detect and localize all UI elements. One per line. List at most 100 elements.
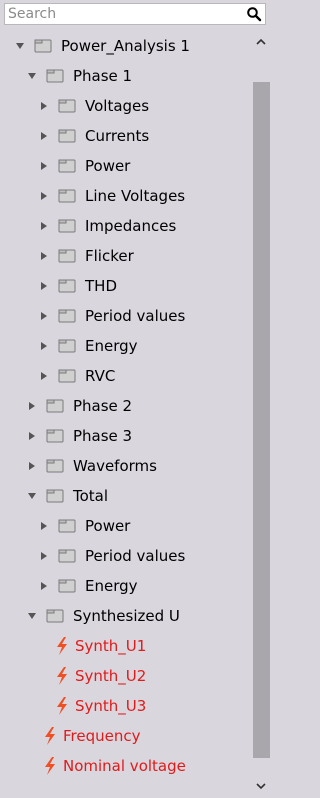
search-icon[interactable] bbox=[246, 6, 262, 22]
search-bar bbox=[0, 0, 273, 28]
tree-item-label: Voltages bbox=[85, 97, 150, 115]
collapsed-arrow-icon[interactable] bbox=[26, 430, 38, 442]
collapsed-arrow-icon[interactable] bbox=[38, 580, 50, 592]
folder-icon bbox=[58, 279, 76, 293]
tree-item-currents[interactable]: Currents bbox=[0, 121, 287, 151]
tree-item-total-period-values[interactable]: Period values bbox=[0, 541, 287, 571]
tree-item-label: Phase 2 bbox=[73, 397, 133, 415]
folder-icon bbox=[58, 309, 76, 323]
collapsed-arrow-icon[interactable] bbox=[38, 370, 50, 382]
scroll-up-button[interactable] bbox=[249, 30, 273, 54]
tree-item-phase-3[interactable]: Phase 3 bbox=[0, 421, 275, 451]
folder-icon bbox=[58, 579, 76, 593]
folder-icon bbox=[58, 159, 76, 173]
tree-item-label: Energy bbox=[85, 577, 138, 595]
tree-item-total-power[interactable]: Power bbox=[0, 511, 287, 541]
expanded-arrow-icon[interactable] bbox=[26, 70, 38, 82]
collapsed-arrow-icon[interactable] bbox=[38, 160, 50, 172]
scrollbar-thumb[interactable] bbox=[253, 82, 270, 758]
tree-item-period-values[interactable]: Period values bbox=[0, 301, 287, 331]
tree-item-label: Flicker bbox=[85, 247, 134, 265]
collapsed-arrow-icon[interactable] bbox=[26, 400, 38, 412]
tree-item-label: Waveforms bbox=[73, 457, 157, 475]
tree-item-line-voltages[interactable]: Line Voltages bbox=[0, 181, 287, 211]
tree-item-thd[interactable]: THD bbox=[0, 271, 287, 301]
folder-icon bbox=[34, 39, 52, 53]
tree-item-label: Synthesized U bbox=[73, 607, 180, 625]
lightning-bolt-icon bbox=[57, 637, 67, 655]
collapsed-arrow-icon[interactable] bbox=[38, 130, 50, 142]
folder-icon bbox=[46, 429, 64, 443]
tree-item-label: Period values bbox=[85, 307, 186, 325]
folder-icon bbox=[58, 549, 76, 563]
tree-item-synthesized-u[interactable]: Synthesized U bbox=[0, 601, 275, 631]
folder-icon bbox=[46, 69, 64, 83]
folder-icon bbox=[58, 219, 76, 233]
tree-item-label: THD bbox=[85, 277, 117, 295]
chevron-up-icon bbox=[256, 38, 266, 45]
tree-item-label: Energy bbox=[85, 337, 138, 355]
collapsed-arrow-icon[interactable] bbox=[38, 190, 50, 202]
tree-item-power[interactable]: Power bbox=[0, 151, 287, 181]
tree-item-label: Impedances bbox=[85, 217, 177, 235]
tree-item-rvc[interactable]: RVC bbox=[0, 361, 287, 391]
collapsed-arrow-icon[interactable] bbox=[38, 550, 50, 562]
collapsed-arrow-icon[interactable] bbox=[38, 220, 50, 232]
tree-item-label: Phase 1 bbox=[73, 67, 133, 85]
tree-item-label: Phase 3 bbox=[73, 427, 133, 445]
lightning-bolt-icon bbox=[45, 727, 55, 745]
tree-view: Power_Analysis 1 Phase 1 Voltages Curren… bbox=[0, 30, 249, 798]
collapsed-arrow-icon[interactable] bbox=[38, 310, 50, 322]
tree-item-label: Power_Analysis 1 bbox=[61, 37, 190, 55]
tree-item-label: Synth_U2 bbox=[75, 667, 147, 685]
tree-item-waveforms[interactable]: Waveforms bbox=[0, 451, 275, 481]
tree-item-total[interactable]: Total bbox=[0, 481, 275, 511]
search-input[interactable] bbox=[5, 4, 244, 24]
search-box bbox=[4, 3, 266, 25]
folder-icon bbox=[58, 99, 76, 113]
tree-item-label: Synth_U1 bbox=[75, 637, 147, 655]
lightning-bolt-icon bbox=[57, 667, 67, 685]
folder-icon bbox=[58, 189, 76, 203]
folder-icon bbox=[46, 489, 64, 503]
tree-item-power-analysis-1[interactable]: Power_Analysis 1 bbox=[0, 31, 263, 61]
tree-item-label: Nominal voltage bbox=[63, 757, 186, 775]
expanded-arrow-icon[interactable] bbox=[26, 490, 38, 502]
folder-icon bbox=[46, 399, 64, 413]
tree-item-label: Total bbox=[73, 487, 109, 505]
collapsed-arrow-icon[interactable] bbox=[26, 460, 38, 472]
expanded-arrow-icon[interactable] bbox=[14, 40, 26, 52]
folder-icon bbox=[58, 129, 76, 143]
collapsed-arrow-icon[interactable] bbox=[38, 520, 50, 532]
tree-item-label: Line Voltages bbox=[85, 187, 186, 205]
lightning-bolt-icon bbox=[57, 697, 67, 715]
tree-item-phase-2[interactable]: Phase 2 bbox=[0, 391, 275, 421]
tree-item-flicker[interactable]: Flicker bbox=[0, 241, 287, 271]
tree-item-total-energy[interactable]: Energy bbox=[0, 571, 287, 601]
scroll-down-button[interactable] bbox=[249, 774, 273, 798]
tree-item-label: Power bbox=[85, 157, 131, 175]
collapsed-arrow-icon[interactable] bbox=[38, 340, 50, 352]
tree-item-voltages[interactable]: Voltages bbox=[0, 91, 287, 121]
folder-icon bbox=[46, 459, 64, 473]
collapsed-arrow-icon[interactable] bbox=[38, 280, 50, 292]
folder-icon bbox=[58, 339, 76, 353]
folder-icon bbox=[58, 369, 76, 383]
tree-item-energy[interactable]: Energy bbox=[0, 331, 287, 361]
expanded-arrow-icon[interactable] bbox=[26, 610, 38, 622]
collapsed-arrow-icon[interactable] bbox=[38, 250, 50, 262]
tree-item-label: Synth_U3 bbox=[75, 697, 147, 715]
tree-item-label: RVC bbox=[85, 367, 116, 385]
collapsed-arrow-icon[interactable] bbox=[38, 100, 50, 112]
chevron-down-icon bbox=[256, 783, 266, 790]
folder-icon bbox=[58, 249, 76, 263]
folder-icon bbox=[58, 519, 76, 533]
tree-item-label: Currents bbox=[85, 127, 150, 145]
folder-icon bbox=[46, 609, 64, 623]
vertical-scrollbar[interactable] bbox=[249, 30, 273, 798]
tree-item-impedances[interactable]: Impedances bbox=[0, 211, 287, 241]
lightning-bolt-icon bbox=[45, 757, 55, 775]
tree-item-phase-1[interactable]: Phase 1 bbox=[0, 61, 275, 91]
tree-item-label: Frequency bbox=[63, 727, 141, 745]
tree-item-label: Period values bbox=[85, 547, 186, 565]
